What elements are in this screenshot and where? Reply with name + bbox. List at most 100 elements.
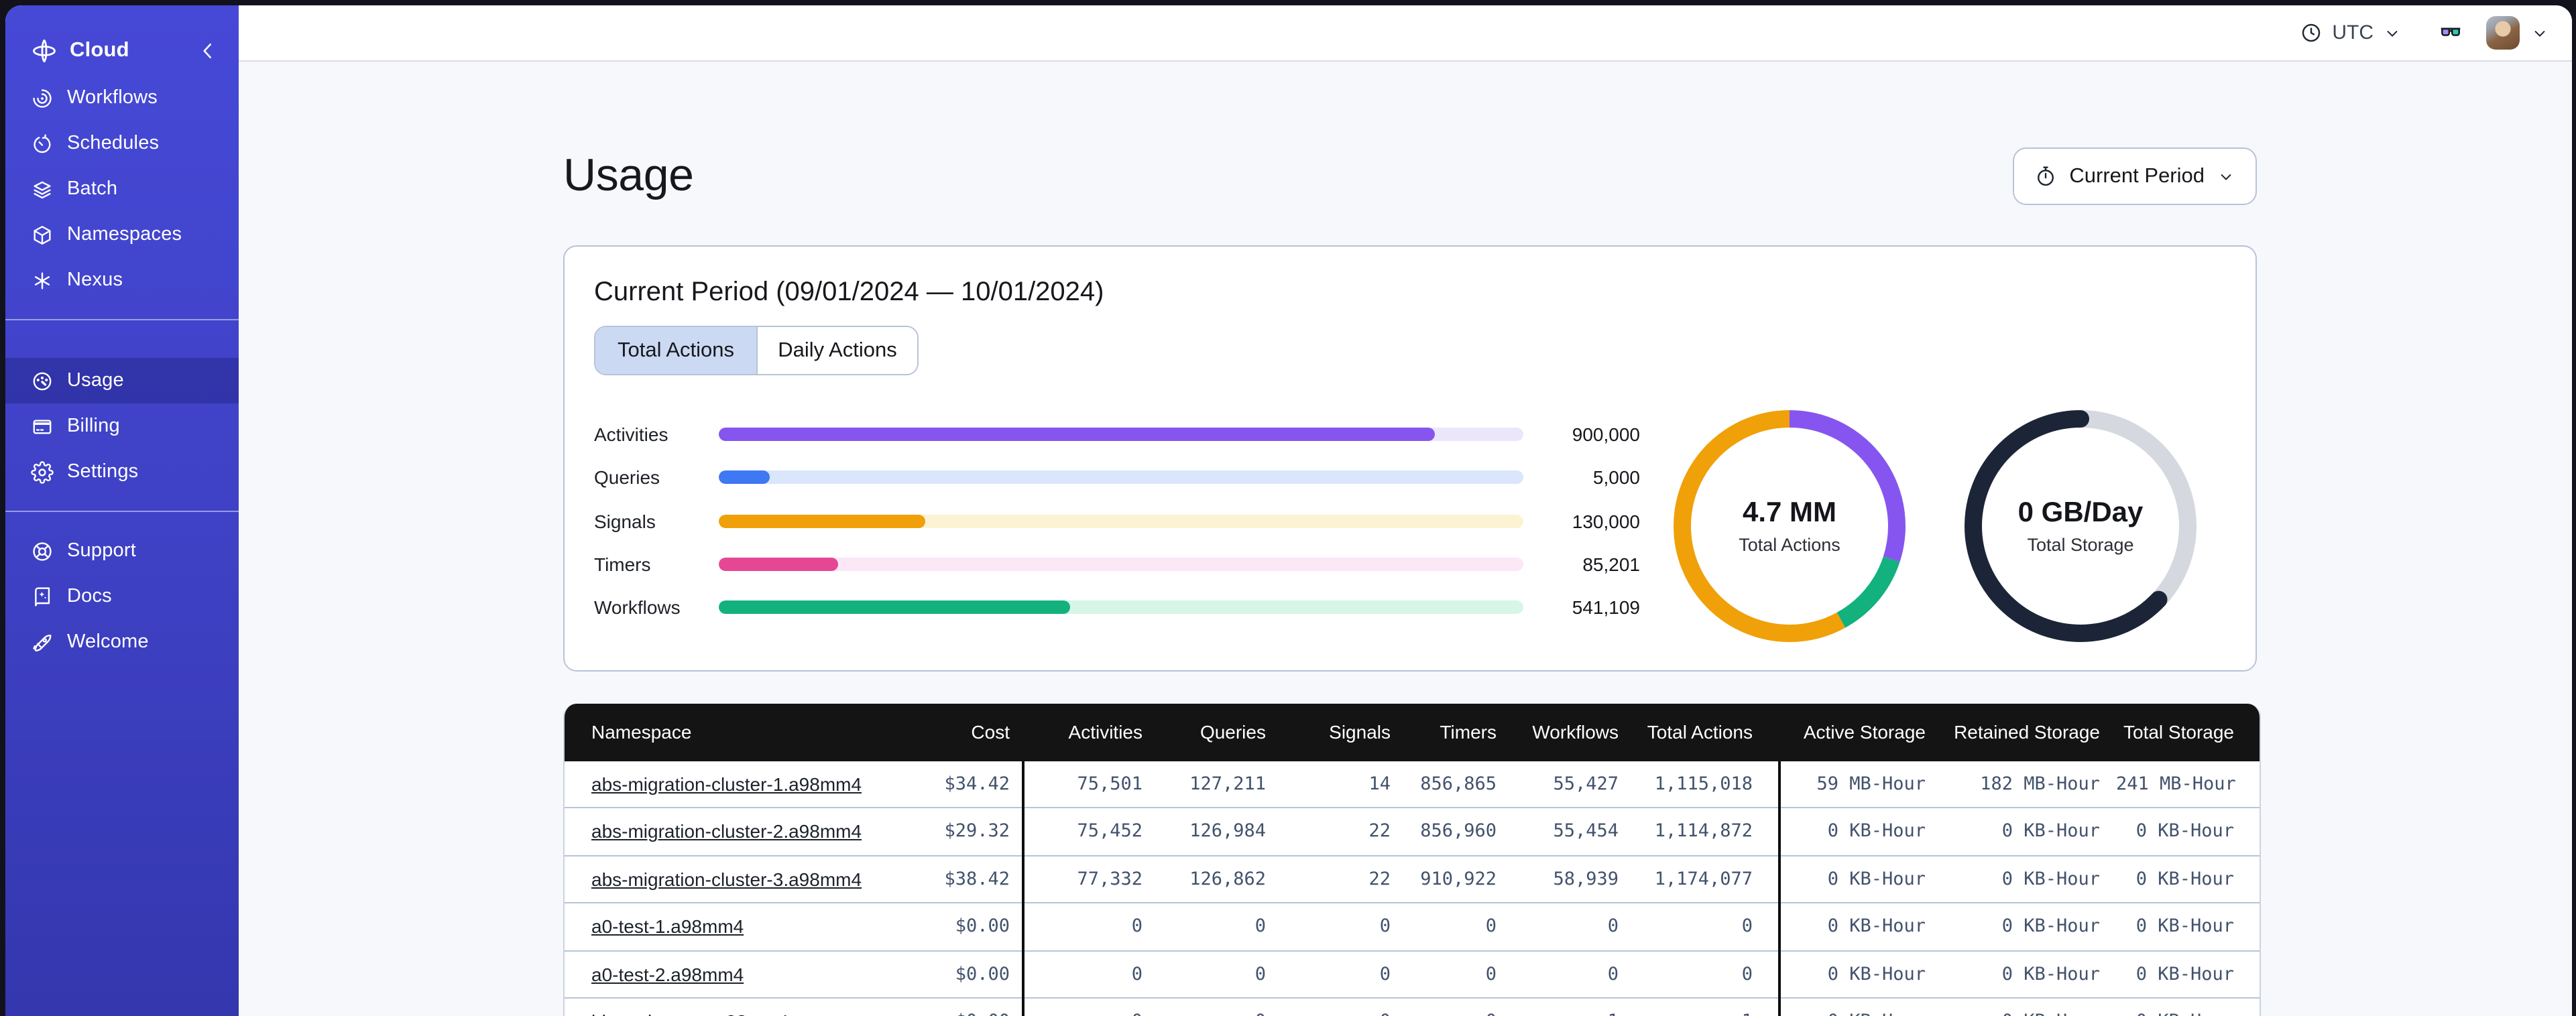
bar-track (719, 470, 1523, 485)
total-storage-donut: 0 GB/Day Total Storage (1962, 407, 2199, 645)
welcome-icon (31, 631, 54, 653)
namespace-cell: a0-test-1.a98mm4 (565, 902, 886, 950)
bar-label: Queries (594, 466, 660, 489)
sidebar-item-docs[interactable]: Docs (5, 574, 239, 619)
sidebar-collapse-button[interactable] (196, 39, 220, 63)
tab-total-actions[interactable]: Total Actions (595, 327, 756, 374)
tab-daily-actions[interactable]: Daily Actions (756, 327, 917, 374)
timezone-selector[interactable]: UTC (2300, 21, 2402, 44)
table-cell: 0 KB-Hour (1940, 902, 2115, 950)
table-header-row: Namespace Cost Activities Queries Signals Tim… (565, 704, 2260, 761)
namespace-cell: a0-test-2.a98mm4 (565, 950, 886, 998)
sidebar-item-label: Docs (67, 586, 112, 607)
sidebar-item-settings[interactable]: Settings (5, 449, 239, 495)
namespace-link[interactable]: abs-migration-cluster-1.a98mm4 (591, 773, 862, 795)
page-content: Usage Current Period Current Period (09/… (239, 62, 2572, 1016)
bar-value: 130,000 (1572, 510, 1640, 532)
namespace-link[interactable]: abs-migration-cluster-2.a98mm4 (591, 821, 862, 842)
table-cell: 0 KB-Hour (2115, 807, 2260, 855)
table-cell: 0 (1627, 950, 1779, 998)
table-cell: 856,865 (1420, 773, 1497, 795)
usage-bar-row-activities: Activities 900,000 (594, 413, 1640, 456)
table-cell: 0 KB-Hour (1778, 807, 1940, 855)
table-cell: 127,211 (1189, 773, 1266, 795)
sidebar-divider (5, 319, 239, 320)
namespace-link[interactable]: abs-migration-cluster-3.a98mm4 (591, 869, 862, 890)
column-header-active-storage: Active Storage (1778, 704, 1940, 761)
bar-label: Workflows (594, 596, 681, 619)
clock-icon (2302, 23, 2321, 42)
sidebar-item-label: Workflows (67, 87, 158, 109)
sidebar-item-billing[interactable]: Billing (5, 403, 239, 449)
nexus-icon (31, 269, 54, 292)
sidebar-item-label: Nexus (67, 269, 123, 291)
table-cell: 0 KB-Hour (1940, 950, 2115, 998)
sidebar-item-batch[interactable]: Batch (5, 166, 239, 212)
glasses-icon (2441, 27, 2461, 36)
user-menu[interactable] (2486, 16, 2549, 50)
bar-fill (719, 470, 770, 485)
column-header-cost: Cost (886, 704, 1023, 761)
table-cell: 910,922 (1399, 854, 1505, 903)
sidebar-item-workflows[interactable]: Workflows (5, 75, 239, 121)
namespace-cell: abs-migration-cluster-1.a98mm4 (565, 761, 886, 808)
docs-icon (31, 585, 54, 608)
table-cell: 0 (1022, 902, 1151, 950)
table-row: a0-test-2.a98mm4 $0.00 0 0 0 0 0 0 0 KB-Hour 0 KB… (565, 950, 2260, 998)
stopwatch-icon (2038, 166, 2054, 186)
user-avatar (2486, 16, 2520, 50)
table-cell: 0 KB-Hour (1778, 950, 1940, 998)
sidebar-item-label: Schedules (67, 133, 160, 154)
sidebar-item-schedules[interactable]: Schedules (5, 121, 239, 166)
namespaces-icon (31, 223, 54, 246)
table-cell: $0.00 (886, 902, 1023, 950)
bar-track (719, 600, 1523, 615)
column-header-timers: Timers (1399, 704, 1505, 761)
usage-bar-row-signals: Signals 130,000 (594, 499, 1640, 543)
sidebar-item-usage[interactable]: Usage (5, 358, 239, 403)
bar-track (719, 428, 1523, 442)
bar-label: Signals (594, 510, 656, 532)
table-row: abs-migration-cluster-2.a98mm4 $29.32 75,4… (565, 807, 2260, 855)
bar-fill (719, 558, 838, 572)
column-header-signals: Signals (1274, 704, 1399, 761)
sidebar-item-nexus[interactable]: Nexus (5, 257, 239, 303)
table-cell: 1,114,872 (1627, 807, 1779, 855)
period-selector-button[interactable]: Current Period (2013, 147, 2257, 205)
table-cell: $0.00 (886, 950, 1023, 998)
table-cell: 77,332 (1022, 854, 1151, 903)
table-cell: 0 KB-Hour (2115, 950, 2260, 998)
usage-bar-row-workflows: Workflows 541,109 (594, 586, 1640, 629)
table-cell: 0 KB-Hour (1940, 854, 2115, 903)
table-cell: 126,862 (1151, 854, 1274, 903)
table-cell: 59 MB-Hour (1778, 761, 1940, 808)
table-cell: 0 (1399, 950, 1505, 998)
namespace-link[interactable]: a0-test-1.a98mm4 (591, 916, 744, 938)
period-selector-label: Current Period (2069, 164, 2205, 187)
sidebar-item-welcome[interactable]: Welcome (5, 619, 239, 665)
feedback-glasses-button[interactable] (2438, 20, 2463, 46)
namespace-link[interactable]: a0-test-2.a98mm4 (591, 964, 744, 985)
namespace-cell: abs-migration-cluster-2.a98mm4 (565, 807, 886, 855)
namespace-cell: bk-worker-test.a98mm4 (565, 997, 886, 1016)
bar-value: 5,000 (1592, 466, 1640, 489)
table-cell: 126,984 (1151, 807, 1274, 855)
chevron-down-icon (2534, 30, 2545, 36)
billing-icon (31, 415, 54, 438)
table-cell: 55,454 (1505, 807, 1627, 855)
namespace-link[interactable]: bk-worker-test.a98mm4 (591, 1011, 788, 1016)
namespace-usage-table: Namespace Cost Activities Queries Signals Tim… (563, 704, 2261, 1016)
sidebar-item-namespaces[interactable]: Namespaces (5, 212, 239, 257)
actions-tab-group: Total Actions Daily Actions (594, 326, 919, 375)
bar-track (719, 558, 1523, 572)
column-header-total-storage: Total Storage (2115, 704, 2260, 761)
usage-card-title: Current Period (09/01/2024 — 10/01/2024) (594, 277, 1104, 307)
namespace-cell: abs-migration-cluster-3.a98mm4 (565, 854, 886, 903)
column-header-total-actions: Total Actions (1627, 704, 1779, 761)
workflows-icon (31, 86, 54, 109)
bar-value: 900,000 (1572, 424, 1640, 446)
sidebar-item-support[interactable]: Support (5, 528, 239, 574)
table-cell: 241 MB-Hour (2116, 773, 2236, 795)
table-cell: $34.42 (944, 773, 1010, 795)
usage-bars-chart: Activities 900,000 Queries 5,000 Signals 130,… (594, 413, 1640, 629)
